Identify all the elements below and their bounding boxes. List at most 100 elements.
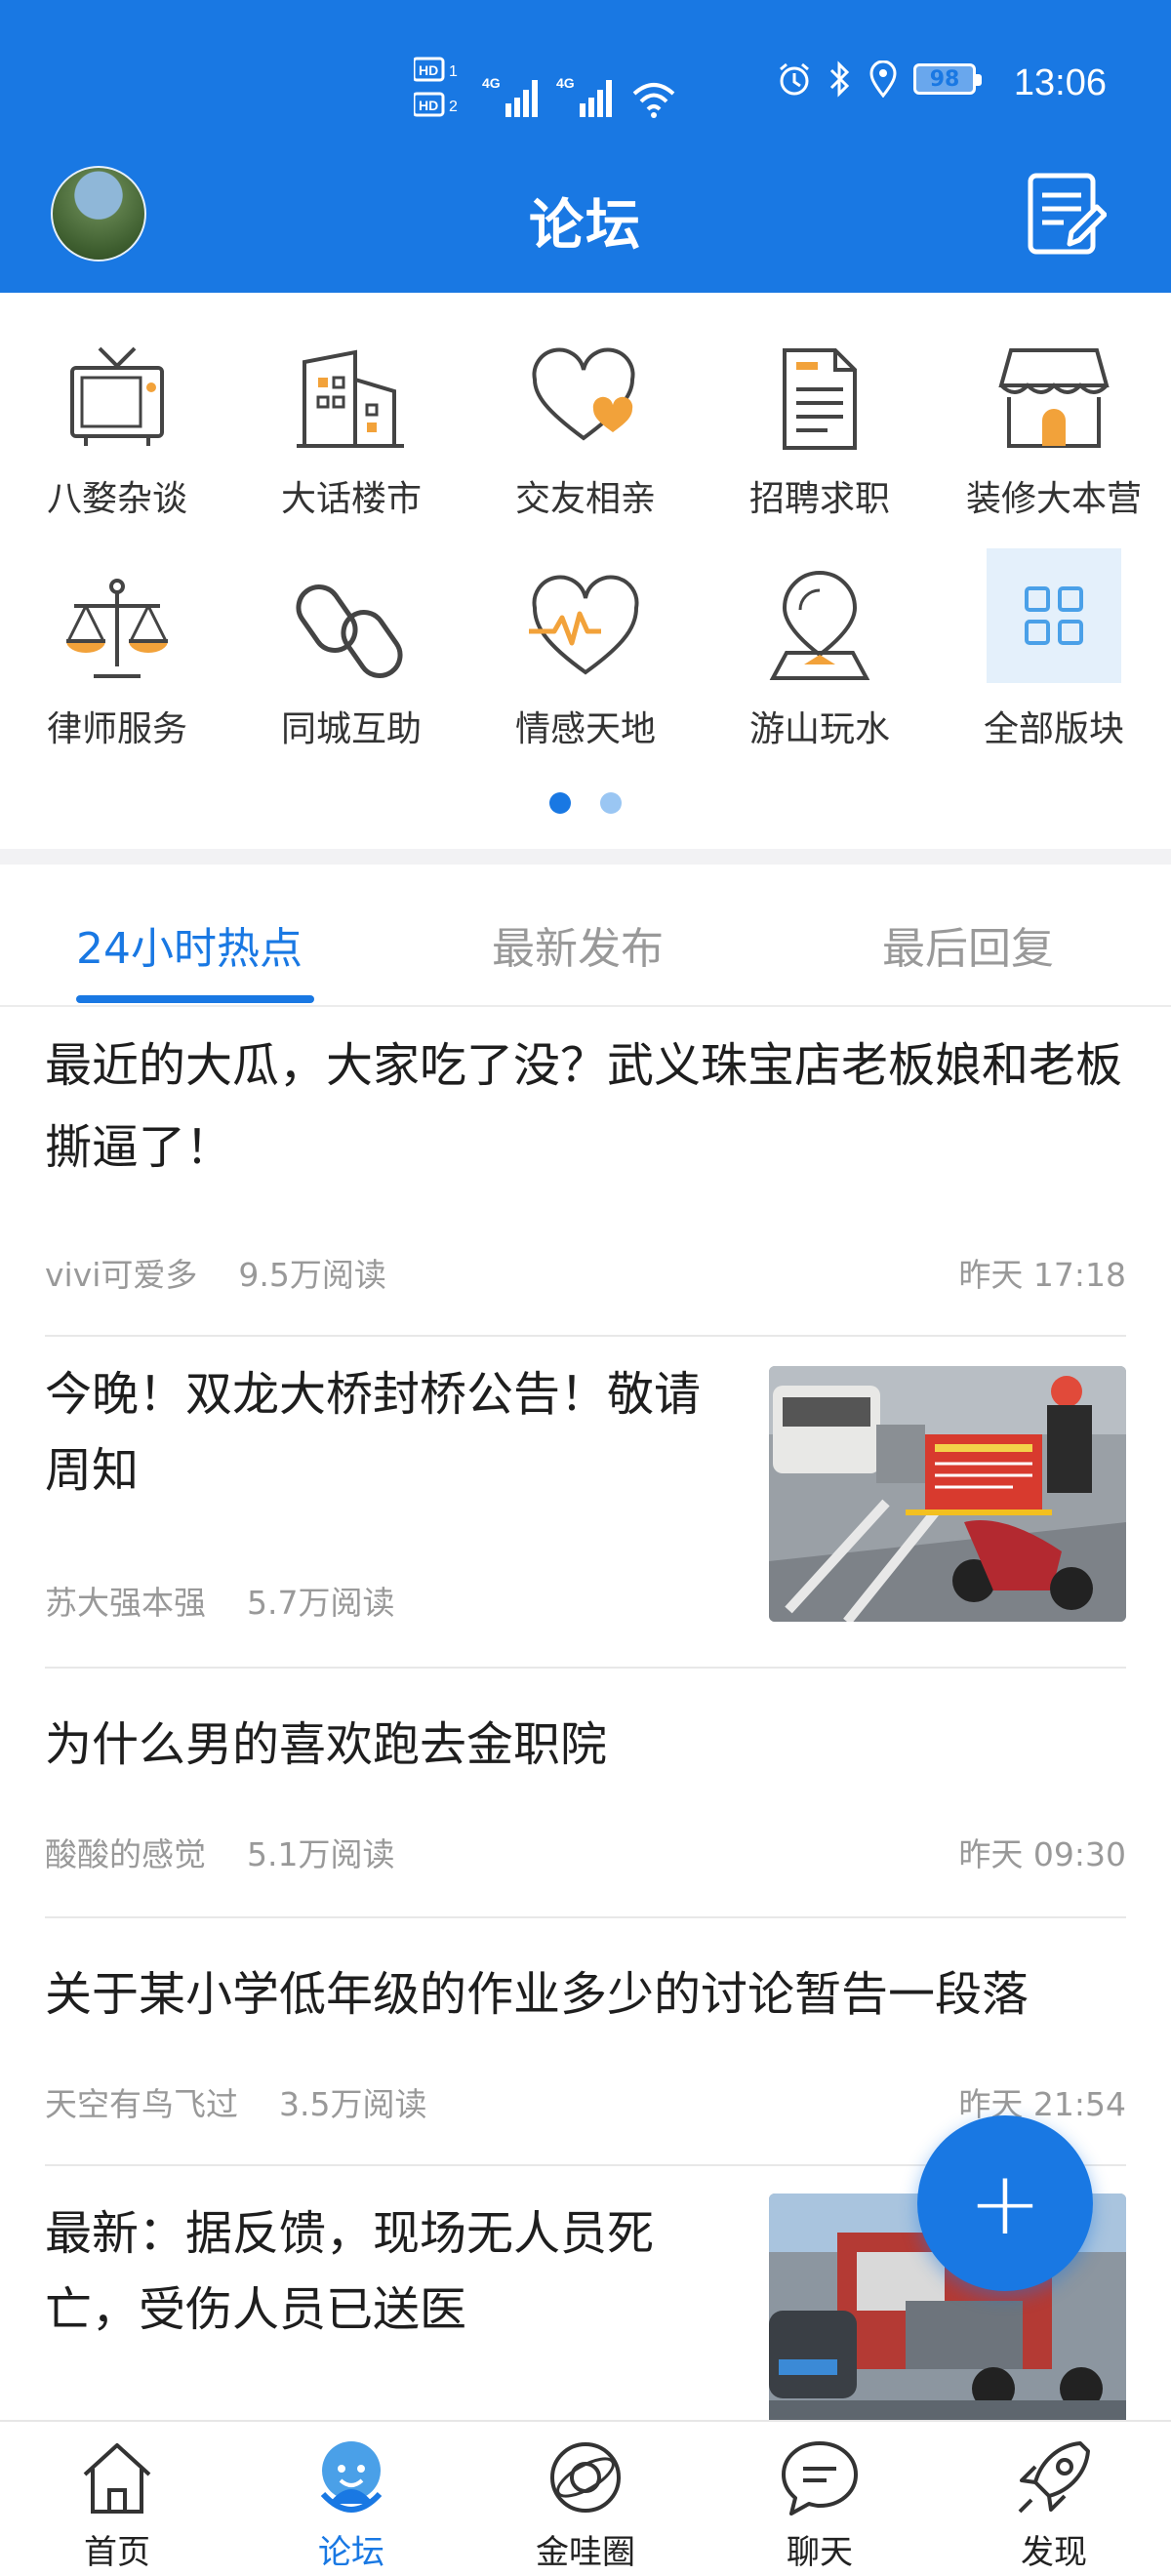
tv-icon [70,346,164,446]
svg-text:HD: HD [419,62,438,78]
category-jiaoyou[interactable]: 交友相亲 [468,336,703,521]
svg-text:2: 2 [449,99,458,115]
category-zhuangxiu[interactable]: 装修大本营 [937,336,1171,521]
create-post-fab[interactable]: + [917,2115,1093,2291]
page-dot[interactable] [600,792,622,814]
chain-link-icon [296,584,403,678]
nav-label: 聊天 [787,2533,853,2572]
category-youshan[interactable]: 游山玩水 [703,566,937,751]
category-lvshi[interactable]: 律师服务 [0,566,234,751]
category-label: 全部版块 [983,709,1124,749]
hearts-icon [532,347,635,441]
post-author: 天空有鸟飞过 [45,2085,238,2123]
planet-icon [550,2442,621,2513]
chat-bubble-icon [782,2441,858,2516]
section-divider [0,849,1171,865]
post-title: 今晚！双龙大桥封桥公告！敬请周知 [45,1367,702,1498]
bluetooth-icon [829,60,850,98]
nav-discover[interactable]: 发现 [937,2435,1171,2573]
heartbeat-icon [529,575,639,675]
category-loushi[interactable]: 大话楼市 [234,336,468,521]
nav-label: 论坛 [318,2533,384,2572]
post-time: 昨天 17:18 [958,1256,1126,1294]
category-qinggan[interactable]: 情感天地 [468,566,703,751]
post-title: 最近的大瓜，大家吃了没？武义珠宝店老板娘和老板撕逼了！ [45,1038,1123,1175]
category-label: 情感天地 [514,709,656,749]
alarm-icon [780,62,809,96]
active-tab-indicator [76,995,314,1003]
tab-latest-posts[interactable]: 最新发布 [492,913,664,976]
post-author: 苏大强本强 [45,1584,206,1622]
category-label: 交友相亲 [514,479,656,519]
post-reads: 9.5万阅读 [238,1256,386,1294]
category-label: 律师服务 [46,709,187,749]
buildings-icon [297,349,404,448]
shop-icon [998,348,1110,448]
scales-icon [66,579,168,678]
document-icon [783,348,857,450]
page-indicator [0,792,1171,814]
nav-forum[interactable]: 论坛 [234,2435,468,2573]
category-label: 大话楼市 [280,479,422,519]
feed-tabs: 24小时热点 最新发布 最后回复 [0,865,1171,1007]
grid-icon [1025,586,1083,645]
post-meta: vivi可爱多 9.5万阅读 [45,1249,386,1296]
post-meta: 天空有鸟飞过 3.5万阅读 [45,2078,426,2125]
battery-indicator: 98 [913,63,982,95]
nav-label: 发现 [1021,2533,1087,2572]
tab-24h-hot[interactable]: 24小时热点 [76,913,303,976]
post-meta: 苏大强本强 5.7万阅读 [45,1577,394,1624]
category-all[interactable]: 全部版块 [937,548,1171,751]
category-grid: 八婺杂谈 大话楼市 交友相亲 招聘求职 装修大本营 律师服务 同城互助 情感天地… [0,293,1171,849]
svg-text:4G: 4G [482,75,501,91]
category-label: 八婺杂谈 [46,479,187,519]
category-zhaopin[interactable]: 招聘求职 [703,336,937,521]
post-thumbnail[interactable] [769,1366,1126,1622]
category-bawu[interactable]: 八婺杂谈 [0,336,234,521]
post-item[interactable]: 今晚！双龙大桥封桥公告！敬请周知 苏大强本强 5.7万阅读 [45,1337,1126,1669]
post-author: vivi可爱多 [45,1256,198,1294]
post-author: 酸酸的感觉 [45,1835,206,1873]
forum-mascot-icon [320,2441,383,2513]
hd-signal-icon: HD 1 HD 2 [414,57,458,117]
cell-signal-icon: 4G [482,75,538,117]
cell-signal-icon: 4G [556,75,612,117]
system-icons: 98 [777,60,982,98]
page-title: 论坛 [529,194,642,258]
status-time: 13:06 [1013,62,1107,103]
location-pin-icon [769,571,870,680]
category-huzhu[interactable]: 同城互助 [234,566,468,751]
post-time: 昨天 09:30 [958,1835,1126,1873]
post-reads: 5.1万阅读 [246,1835,395,1873]
status-bar: HD 1 HD 2 4G 4G 98 13:06 [0,0,1171,166]
svg-text:HD: HD [419,98,438,113]
post-item[interactable]: 最近的大瓜，大家吃了没？武义珠宝店老板娘和老板撕逼了！ vivi可爱多 9.5万… [45,1025,1126,1337]
bottom-navigation: 首页 论坛 金哇圈 聊天 发现 [0,2420,1171,2576]
rocket-icon [1018,2441,1090,2514]
svg-text:1: 1 [449,63,458,80]
category-label: 装修大本营 [965,479,1142,519]
category-label: 游山玩水 [748,709,890,749]
post-title: 为什么男的喜欢跑去金职院 [45,1717,608,1772]
category-label: 同城互助 [280,709,422,749]
compose-post-icon[interactable] [1027,172,1107,258]
tab-last-reply[interactable]: 最后回复 [882,913,1054,976]
post-item[interactable]: 为什么男的喜欢跑去金职院 酸酸的感觉 5.1万阅读 昨天 09:30 [45,1669,1126,1918]
nav-jinwaquan[interactable]: 金哇圈 [468,2435,703,2573]
post-reads: 3.5万阅读 [278,2085,427,2123]
nav-label: 首页 [84,2533,150,2572]
svg-text:4G: 4G [556,75,575,91]
network-indicators: HD 1 HD 2 4G 4G [414,57,677,119]
post-title: 关于某小学低年级的作业多少的讨论暂告一段落 [45,1967,1030,2022]
home-icon [83,2443,151,2514]
wifi-icon [632,83,675,118]
nav-home[interactable]: 首页 [0,2435,234,2573]
app-header: HD 1 HD 2 4G 4G 98 13:06 论坛 [0,0,1171,293]
nav-label: 金哇圈 [536,2533,635,2572]
category-label: 招聘求职 [748,479,890,519]
post-title: 最新：据反馈，现场无人员死亡，受伤人员已送医 [45,2206,655,2337]
nav-chat[interactable]: 聊天 [703,2435,937,2573]
post-reads: 5.7万阅读 [246,1584,395,1622]
post-meta: 酸酸的感觉 5.1万阅读 [45,1829,394,1875]
page-dot-active[interactable] [549,792,571,814]
